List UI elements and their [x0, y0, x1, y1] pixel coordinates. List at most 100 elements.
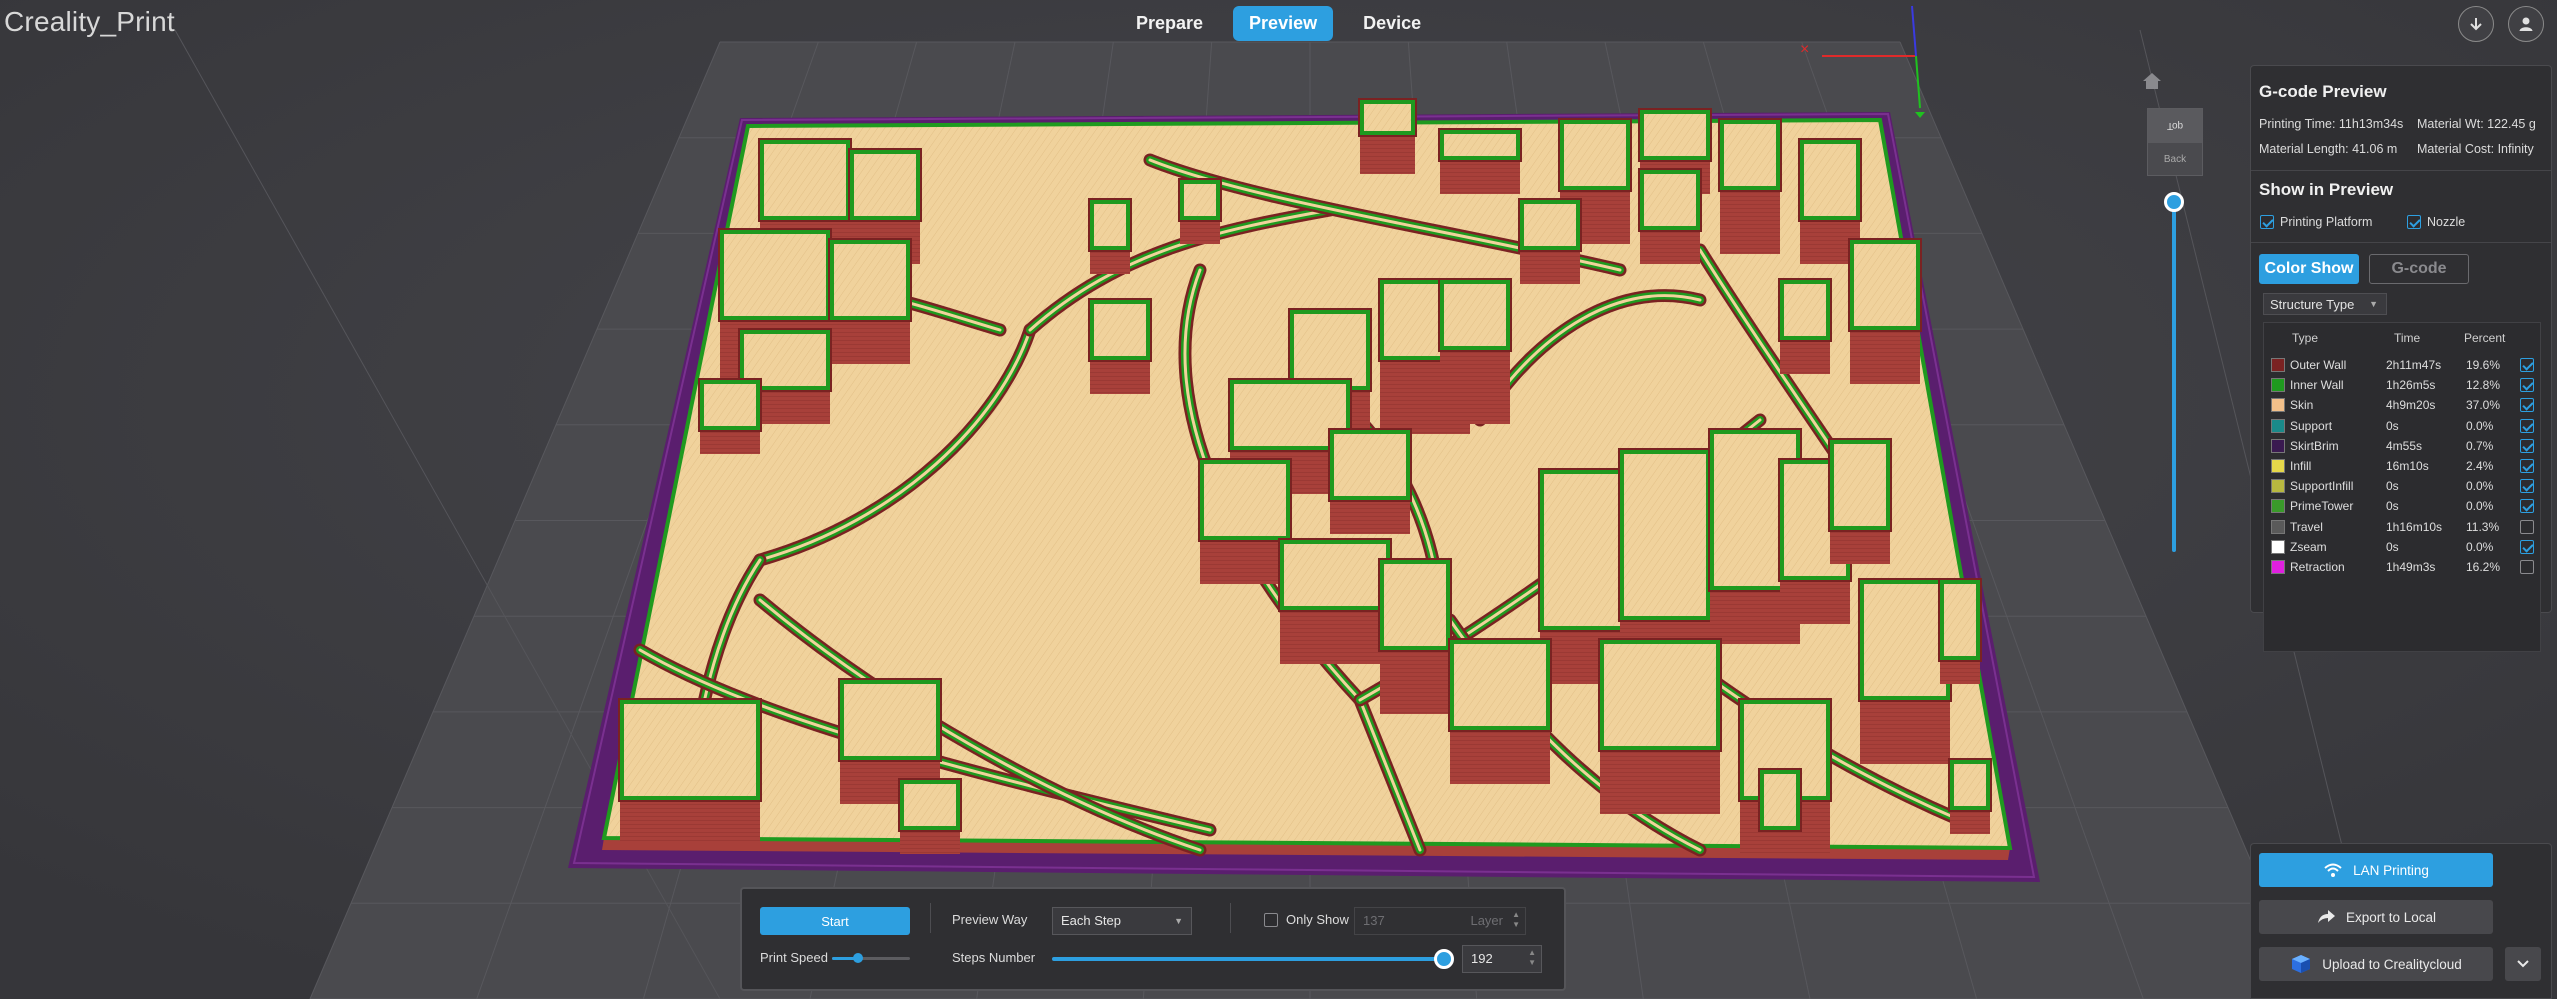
row-visibility-checkbox[interactable]: [2520, 398, 2534, 413]
color-swatch: [2271, 519, 2285, 534]
separator: [1230, 903, 1231, 933]
upload-cloud-button[interactable]: Upload to Crealitycloud: [2259, 947, 2493, 981]
layer-input[interactable]: 137 Layer ▲ ▼: [1354, 907, 1526, 935]
building-roof: [1204, 464, 1286, 536]
color-swatch: [2271, 438, 2285, 453]
view-cube-back[interactable]: Back: [2148, 143, 2202, 175]
color-swatch: [2271, 418, 2285, 433]
building-roof: [1644, 114, 1706, 156]
color-swatch: [2271, 378, 2285, 393]
row-time: 1h16m10s: [2386, 519, 2443, 534]
cloud-cube-icon: [2292, 955, 2311, 973]
tab-preview[interactable]: Preview: [1233, 6, 1334, 41]
building-roof: [1944, 584, 1976, 656]
row-time: 4h9m20s: [2386, 398, 2436, 413]
legend-row-skirtbrim: SkirtBrim 4m55s 0.7%: [2264, 436, 2540, 456]
building-roof: [1284, 544, 1386, 606]
building-roof: [1564, 124, 1626, 186]
row-type: PrimeTower: [2290, 499, 2354, 514]
row-type: Zseam: [2290, 539, 2327, 554]
row-time: 1h26m5s: [2386, 378, 2436, 393]
row-time: 0s: [2386, 499, 2399, 514]
legend-row-primetower: PrimeTower 0s 0.0%: [2264, 496, 2540, 516]
building-roof: [1094, 304, 1146, 356]
row-visibility-checkbox[interactable]: [2520, 378, 2534, 393]
playback-panel: Start Print Speed Preview Way Each Step …: [740, 887, 1566, 991]
nozzle-checkbox[interactable]: [2407, 215, 2421, 229]
row-visibility-checkbox[interactable]: [2520, 539, 2534, 554]
row-percent: 0.0%: [2466, 418, 2494, 433]
structure-type-select[interactable]: Structure Type ▼: [2263, 293, 2387, 315]
building-roof: [1444, 134, 1516, 156]
layer-slider-handle[interactable]: [2164, 192, 2184, 212]
lan-printing-button[interactable]: LAN Printing: [2259, 853, 2493, 887]
legend-row-inner-wall: Inner Wall 1h26m5s 12.8%: [2264, 375, 2540, 395]
mode-tabs: Prepare Preview Device: [1120, 6, 1437, 41]
row-type: SkirtBrim: [2290, 438, 2339, 453]
building-roof: [1854, 244, 1916, 326]
start-button[interactable]: Start: [760, 907, 910, 935]
row-type: Skin: [2290, 398, 2314, 413]
row-visibility-checkbox[interactable]: [2520, 459, 2534, 473]
row-visibility-checkbox[interactable]: [2520, 499, 2534, 514]
row-type: Infill: [2290, 459, 2312, 473]
chevron-down-icon: ▼: [1174, 916, 1183, 926]
row-visibility-checkbox[interactable]: [2520, 418, 2534, 433]
building-roof: [1544, 474, 1626, 626]
row-type: Retraction: [2290, 560, 2345, 574]
upload-cloud-label: Upload to Crealitycloud: [2322, 956, 2462, 972]
row-visibility-checkbox[interactable]: [2520, 560, 2534, 574]
only-show-checkbox[interactable]: [1264, 913, 1278, 927]
row-percent: 37.0%: [2466, 398, 2501, 413]
layer-slider[interactable]: [2172, 196, 2176, 552]
row-visibility-checkbox[interactable]: [2520, 438, 2534, 453]
steps-input[interactable]: 192 ▲ ▼: [1462, 945, 1542, 973]
user-button[interactable]: [2508, 6, 2544, 42]
layer-unit: Layer: [1470, 913, 1503, 928]
building-roof: [1334, 434, 1406, 496]
view-cube[interactable]: Top Back: [2147, 108, 2203, 176]
building-roof: [704, 384, 756, 426]
building-wall: [1280, 604, 1390, 664]
color-swatch: [2271, 479, 2285, 494]
row-visibility-checkbox[interactable]: [2520, 479, 2534, 494]
printing-time: Printing Time: 11h13m34s: [2259, 117, 2404, 131]
app-title: Creality_Print: [4, 6, 175, 37]
print-speed-handle[interactable]: [852, 953, 863, 963]
export-local-button[interactable]: Export to Local: [2259, 900, 2493, 934]
printing-platform-checkbox[interactable]: [2260, 215, 2274, 229]
row-percent: 12.8%: [2466, 378, 2501, 393]
building-roof: [1444, 284, 1506, 346]
row-percent: 2.4%: [2466, 459, 2494, 473]
tab-prepare[interactable]: Prepare: [1120, 6, 1219, 41]
home-icon[interactable]: [2141, 70, 2163, 92]
color-show-button[interactable]: Color Show: [2259, 254, 2359, 284]
row-percent: 0.0%: [2466, 499, 2494, 514]
row-time: 16m10s: [2386, 459, 2429, 473]
legend-row-travel: Travel 1h16m10s 11.3%: [2264, 517, 2540, 537]
building-roof: [1524, 204, 1576, 246]
chevron-down-icon: [2517, 960, 2529, 968]
row-visibility-checkbox[interactable]: [2520, 519, 2534, 534]
row-time: 0s: [2386, 539, 2399, 554]
tab-device[interactable]: Device: [1347, 6, 1437, 41]
download-icon: [2470, 18, 2482, 31]
legend-row-supportinfill: SupportInfill 0s 0.0%: [2264, 476, 2540, 496]
row-time: 0s: [2386, 418, 2399, 433]
view-cube-top[interactable]: Top: [2148, 109, 2202, 143]
row-type: Inner Wall: [2290, 378, 2344, 393]
svg-text:×: ×: [1800, 41, 1809, 58]
layer-value: 137: [1363, 913, 1385, 928]
building-roof: [764, 144, 846, 216]
building-roof: [1864, 584, 1946, 696]
material-length: Material Length: 41.06 m: [2259, 142, 2398, 156]
download-button[interactable]: [2458, 6, 2494, 42]
building-wall: [1440, 344, 1510, 424]
preview-way-select[interactable]: Each Step ▼: [1052, 907, 1192, 935]
more-options-button[interactable]: [2505, 947, 2541, 981]
steps-slider-handle[interactable]: [1434, 949, 1454, 969]
row-visibility-checkbox[interactable]: [2520, 358, 2534, 372]
only-show-label: Only Show: [1286, 912, 1349, 927]
steps-slider[interactable]: [1052, 957, 1444, 961]
gcode-button[interactable]: G-code: [2369, 254, 2469, 284]
